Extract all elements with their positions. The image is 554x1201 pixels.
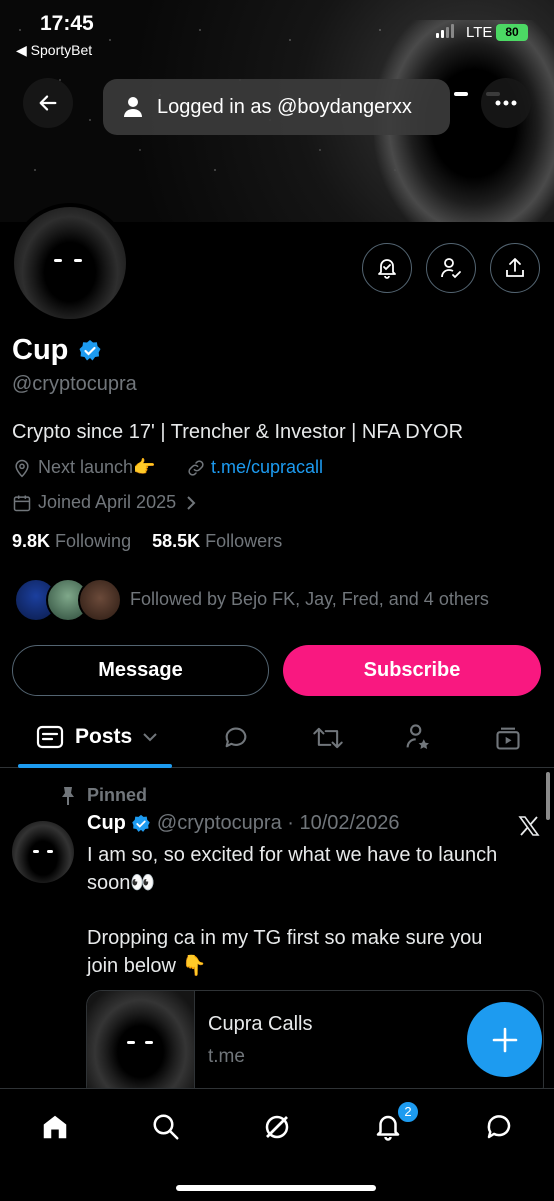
tab-posts[interactable]: Posts [36, 724, 158, 750]
home-icon [43, 1115, 67, 1139]
compose-button[interactable] [467, 1002, 542, 1077]
link-text[interactable]: t.me/cupracall [211, 457, 323, 478]
share-icon [506, 258, 524, 277]
signal-icon [436, 24, 454, 38]
banner-eye-left [454, 92, 468, 96]
post-verified-icon [132, 814, 150, 832]
arrow-left-icon [39, 95, 57, 111]
link-card-image [87, 991, 195, 1101]
followers-link[interactable]: 58.5K Followers [152, 531, 282, 551]
followed-by-text[interactable]: Followed by Bejo FK, Jay, Fred, and 4 ot… [130, 589, 489, 610]
link-card-title: Cupra Calls [208, 1013, 313, 1035]
location-pin-icon [15, 459, 29, 477]
search-icon [153, 1114, 179, 1140]
repost-icon [313, 727, 343, 749]
person-icon [124, 97, 142, 117]
pinned-label: Pinned [60, 785, 147, 806]
profile-handle: @cryptocupra [12, 373, 137, 395]
nav-home[interactable] [37, 1109, 73, 1145]
link-card-domain: t.me [208, 1046, 245, 1067]
logged-in-pill[interactable]: Logged in as @boydangerxx [103, 79, 450, 135]
status-time: 17:45 [40, 12, 94, 35]
nav-search[interactable] [148, 1109, 184, 1145]
post-author-name[interactable]: Cup [87, 812, 126, 835]
joined-text: Joined April 2025 [38, 492, 177, 512]
followers-count: 58.5K [152, 531, 201, 551]
share-button[interactable] [490, 243, 540, 293]
verified-badge-icon[interactable] [78, 339, 102, 363]
more-button[interactable] [481, 78, 531, 128]
link-icon [188, 459, 204, 476]
plus-icon [492, 1027, 517, 1052]
home-indicator[interactable] [176, 1185, 376, 1191]
reply-bubble-icon [225, 727, 247, 748]
follower-avatar-3[interactable] [78, 578, 122, 622]
following-label: Following [55, 531, 132, 551]
profile-name: Cup [12, 334, 68, 367]
person-star-icon [406, 724, 429, 749]
profile-name-text: Cup [12, 334, 69, 366]
person-check-icon [441, 258, 461, 279]
notifications-badge: 2 [396, 1100, 420, 1124]
nav-grok[interactable] [259, 1109, 295, 1145]
post-handle-date: @cryptocupra · 10/02/2026 [156, 812, 400, 834]
video-collection-icon [496, 727, 520, 750]
nav-messages[interactable] [481, 1109, 517, 1145]
grok-icon [265, 1115, 289, 1139]
pin-icon [62, 786, 74, 805]
chevron-down-icon [143, 733, 157, 742]
post-header: Cup @cryptocupra · 10/02/2026 [87, 812, 400, 835]
post-text-line-2: soon👀 [87, 872, 156, 894]
tab-replies[interactable] [222, 724, 250, 757]
following-button[interactable] [426, 243, 476, 293]
post-avatar[interactable] [12, 821, 74, 883]
pinned-text: Pinned [87, 785, 148, 805]
post-avatar-eyes [33, 850, 53, 853]
avatar-eyes [54, 259, 82, 262]
post-text-line-3: Dropping ca in my TG first so make sure … [87, 927, 483, 949]
location-text: Next launch👉 [38, 457, 156, 477]
profile-avatar[interactable] [10, 203, 130, 323]
network-type: LTE [466, 24, 493, 41]
tab-posts-label: Posts [75, 725, 133, 748]
tab-media[interactable] [494, 724, 522, 757]
following-count: 9.8K [12, 531, 51, 551]
follow-counts: 9.8K Following 58.5K Followers [12, 531, 282, 552]
tab-reposts[interactable] [312, 724, 344, 757]
active-tab-indicator [18, 764, 172, 768]
logged-in-text: Logged in as @boydangerxx [157, 95, 412, 118]
x-logo-icon[interactable] [517, 814, 541, 838]
subscribe-button[interactable]: Subscribe [283, 645, 541, 696]
calendar-icon [13, 495, 31, 511]
following-link[interactable]: 9.8K Following [12, 531, 131, 551]
scrollbar[interactable] [546, 772, 550, 820]
tab-highlights[interactable] [404, 722, 432, 757]
profile-link[interactable]: t.me/cupracall [186, 457, 323, 478]
chevron-right-icon [187, 495, 196, 510]
profile-bio: Crypto since 17' | Trencher & Investor |… [12, 421, 464, 443]
notification-subscribe-button[interactable] [362, 243, 412, 293]
message-button[interactable]: Message [12, 645, 269, 696]
profile-location: Next launch👉 [12, 457, 155, 478]
more-dots-icon [495, 100, 517, 106]
chat-icon [487, 1115, 511, 1139]
post-text-line-1: I am so, so excited for what we have to … [87, 844, 498, 866]
profile-joined[interactable]: Joined April 2025 [12, 492, 198, 513]
post-text-line-4: join below 👇 [87, 955, 207, 977]
card-image-eyes [127, 1041, 153, 1044]
back-to-app-link[interactable]: ◀ SportyBet [16, 42, 92, 59]
bell-check-icon [378, 259, 396, 279]
battery-indicator: 80 [496, 24, 528, 41]
followers-label: Followers [205, 531, 283, 551]
back-button[interactable] [23, 78, 73, 128]
posts-tab-icon [36, 725, 64, 749]
